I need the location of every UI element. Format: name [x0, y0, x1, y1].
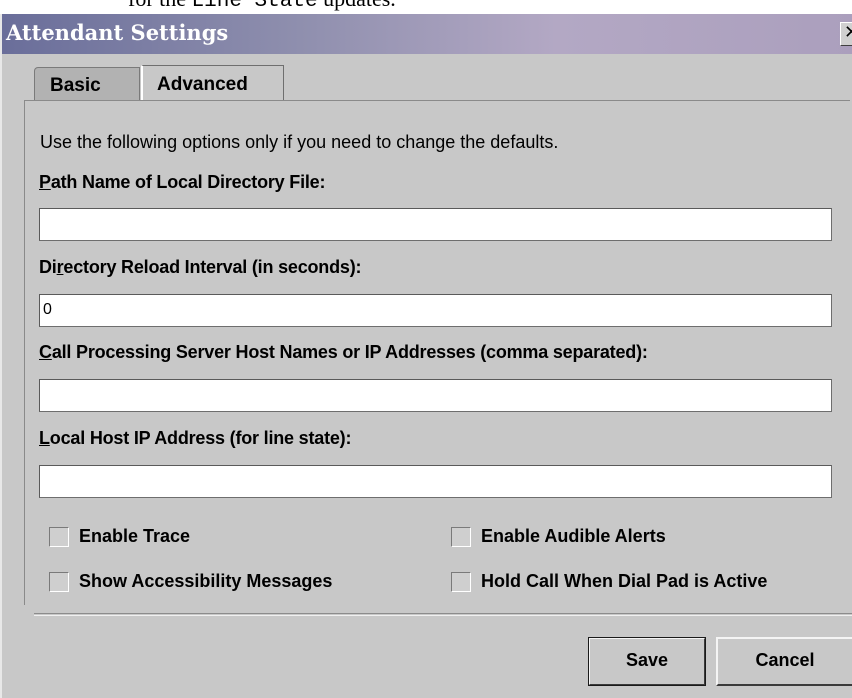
background-text-suffix: updates.	[318, 0, 396, 11]
tab-advanced-label: Advanced	[157, 74, 248, 95]
reload-interval-value: 0	[43, 301, 52, 318]
local-host-ip-label-text: ocal Host IP Address (for line state):	[49, 428, 352, 448]
title-bar[interactable]: Attendant Settings ✕	[2, 14, 852, 54]
tab-advanced[interactable]: Advanced	[141, 65, 284, 101]
cancel-button-label: Cancel	[755, 650, 815, 670]
cancel-button[interactable]: Cancel	[716, 637, 852, 686]
directory-file-label-text: ath Name of Local Directory File:	[50, 172, 326, 192]
close-button[interactable]: ✕	[840, 22, 852, 46]
server-hosts-label-text: all Processing Server Host Names or IP A…	[51, 342, 648, 362]
directory-file-input[interactable]	[39, 208, 832, 241]
tab-basic[interactable]: Basic	[34, 67, 140, 101]
server-hosts-label: Call Processing Server Host Names or IP …	[39, 342, 648, 363]
local-host-ip-input[interactable]	[39, 465, 832, 498]
window-title: Attendant Settings	[6, 20, 229, 45]
show-accessibility-messages-label: Show Accessibility Messages	[79, 571, 333, 591]
local-host-ip-mnemonic: L	[39, 428, 50, 448]
enable-trace-checkbox[interactable]: Enable Trace	[49, 526, 190, 547]
background-document-text: for the Line State updates.	[0, 0, 852, 14]
intro-text: Use the following options only if you ne…	[40, 132, 559, 152]
server-hosts-mnemonic: C	[39, 342, 52, 362]
close-icon: ✕	[844, 22, 852, 43]
server-hosts-input[interactable]	[39, 379, 832, 412]
button-separator	[34, 613, 852, 616]
reload-interval-label: Directory Reload Interval (in seconds):	[39, 257, 362, 278]
enable-audible-alerts-box[interactable]	[451, 526, 471, 547]
directory-file-label: Path Name of Local Directory File:	[39, 172, 325, 193]
show-accessibility-messages-box[interactable]	[49, 571, 69, 592]
save-button-label: Save	[625, 650, 669, 670]
directory-file-mnemonic: P	[39, 172, 51, 192]
hold-call-dial-pad-checkbox[interactable]: Hold Call When Dial Pad is Active	[451, 571, 767, 592]
tab-basic-label: Basic	[50, 75, 101, 96]
reload-interval-label-prefix: Di	[39, 257, 57, 277]
enable-audible-alerts-checkbox[interactable]: Enable Audible Alerts	[451, 526, 666, 547]
hold-call-dial-pad-box[interactable]	[451, 571, 471, 592]
save-button[interactable]: Save	[588, 637, 706, 686]
background-text-prefix: for the	[128, 0, 192, 11]
enable-trace-label: Enable Trace	[79, 526, 191, 546]
hold-call-dial-pad-label: Hold Call When Dial Pad is Active	[481, 571, 768, 591]
reload-interval-input[interactable]: 0	[39, 294, 832, 327]
show-accessibility-messages-checkbox[interactable]: Show Accessibility Messages	[49, 571, 332, 592]
enable-trace-box[interactable]	[49, 526, 69, 547]
local-host-ip-label: Local Host IP Address (for line state):	[39, 428, 351, 449]
reload-interval-label-text: ectory Reload Interval (in seconds):	[63, 257, 362, 277]
enable-audible-alerts-label: Enable Audible Alerts	[481, 526, 666, 546]
background-text-code: Line State	[191, 0, 318, 13]
